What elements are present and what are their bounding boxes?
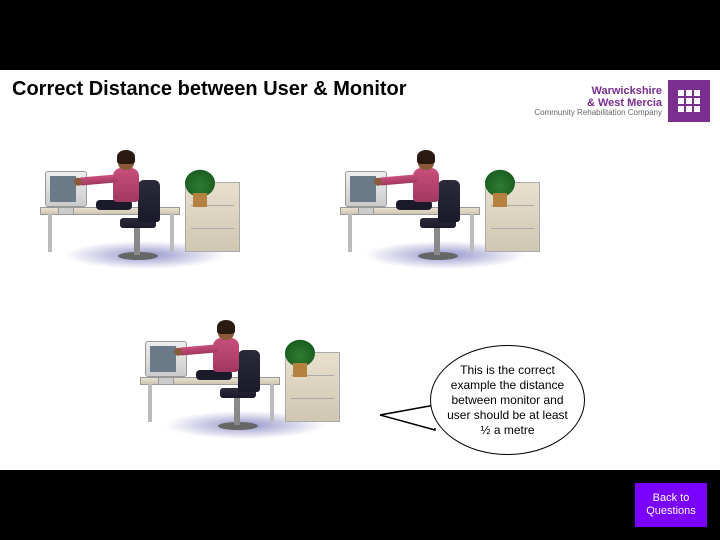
workstation-illustration-3	[130, 290, 360, 440]
workstation-illustration-1	[30, 120, 260, 270]
slide-content: Correct Distance between User & Monitor …	[0, 70, 720, 470]
brand-text: Warwickshire & West Mercia Community Reh…	[534, 85, 662, 118]
workstation-illustration-2	[330, 120, 560, 270]
brand-logo: Warwickshire & West Mercia Community Reh…	[534, 80, 710, 122]
brand-line1: Warwickshire	[534, 85, 662, 97]
back-to-questions-button[interactable]: Back to Questions	[635, 483, 707, 527]
brand-line3: Community Rehabilitation Company	[534, 109, 662, 118]
brand-line2: & West Mercia	[534, 97, 662, 109]
brand-icon	[668, 80, 710, 122]
slide-title: Correct Distance between User & Monitor	[12, 78, 407, 101]
callout-text: This is the correct example the distance…	[443, 363, 572, 438]
speech-callout: This is the correct example the distance…	[430, 345, 585, 455]
